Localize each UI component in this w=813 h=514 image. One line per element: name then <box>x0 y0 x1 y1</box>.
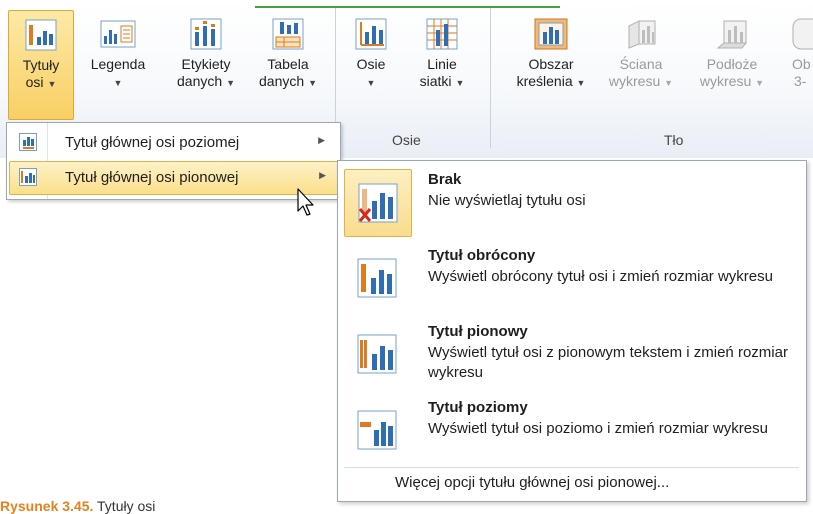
chevron-down-icon: ▼ <box>226 78 235 88</box>
chart-floor-label-1: Podłoże <box>706 56 758 72</box>
axis-titles-label-1: Tytuły <box>22 57 60 73</box>
submenu-arrow-icon: ▶ <box>319 170 326 180</box>
option-description: Wyświetl tytuł osi poziomo i zmień rozmi… <box>428 420 768 437</box>
chart-floor-label-2: wykresu <box>699 73 752 89</box>
chevron-down-icon: ▼ <box>113 78 123 88</box>
menu-item-label: Tytuł głównej osi poziomej <box>65 134 240 151</box>
horizontal-title-icon <box>357 410 397 450</box>
figure-title: Tytuły osi <box>97 498 156 514</box>
legend-icon <box>100 20 136 48</box>
data-table-label-2: danych <box>259 73 305 89</box>
option-vertical-title[interactable]: Tytuł pionowy Wyświetl tytuł osi z piono… <box>344 319 798 391</box>
data-labels-icon <box>190 18 222 50</box>
menu-item-vertical-axis-title[interactable]: Tytuł głównej osi pionowej ▶ <box>9 161 339 195</box>
menu-divider <box>344 467 799 468</box>
axes-label: Osie <box>356 56 386 72</box>
vertical-axis-title-icon <box>19 168 37 186</box>
gridlines-button[interactable]: Linie siatki ▼ <box>406 10 478 118</box>
group-separator <box>490 8 491 148</box>
3d-rotation-label-1: Ob <box>792 56 811 72</box>
data-labels-label-2: danych <box>177 73 223 89</box>
option-none[interactable]: Brak Nie wyświetlaj tytułu osi <box>344 167 798 239</box>
data-table-button[interactable]: Tabela danych ▼ <box>248 10 328 118</box>
figure-number: Rysunek 3.45. <box>0 498 94 514</box>
rotated-title-icon <box>357 258 397 298</box>
chart-wall-button[interactable]: Ściana wykresu ▼ <box>600 10 682 118</box>
axes-button[interactable]: Osie ▼ <box>342 10 400 118</box>
data-labels-button[interactable]: Etykiety danych ▼ <box>164 10 248 118</box>
menu-item-label: Tytuł głównej osi pionowej <box>65 169 239 186</box>
legend-label: Legenda <box>90 56 146 72</box>
axis-titles-icon <box>25 19 57 51</box>
chart-floor-icon <box>716 20 748 49</box>
option-title: Brak <box>428 171 462 188</box>
chevron-down-icon: ▼ <box>755 78 765 88</box>
option-description: Nie wyświetlaj tytułu osi <box>428 192 586 209</box>
option-rotated-title[interactable]: Tytuł obrócony Wyświetl obrócony tytuł o… <box>344 243 798 315</box>
chevron-down-icon: ▼ <box>366 78 376 88</box>
axes-icon <box>355 18 387 50</box>
chevron-down-icon: ▼ <box>664 78 674 88</box>
option-thumb <box>344 321 410 387</box>
option-thumb <box>344 169 412 237</box>
chevron-down-icon: ▼ <box>576 78 586 88</box>
data-labels-label-1: Etykiety <box>181 56 231 72</box>
chart-floor-button[interactable]: Podłoże wykresu ▼ <box>690 10 774 118</box>
group-label-axes: Osie <box>392 132 421 148</box>
option-horizontal-title[interactable]: Tytuł poziomy Wyświetl tytuł osi poziomo… <box>344 395 798 467</box>
option-title: Tytuł poziomy <box>428 399 528 416</box>
option-thumb <box>344 397 410 463</box>
menu-item-horizontal-axis-title[interactable]: Tytuł głównej osi poziomej ▶ <box>9 127 337 159</box>
vertical-axis-title-submenu: Brak Nie wyświetlaj tytułu osi Tytuł obr… <box>337 160 807 502</box>
horizontal-axis-title-icon <box>19 133 37 151</box>
data-table-label-1: Tabela <box>267 56 309 72</box>
vertical-title-icon <box>357 334 397 374</box>
chart-wall-label-2: wykresu <box>608 73 661 89</box>
chevron-down-icon: ▼ <box>308 78 317 88</box>
3d-rotation-icon <box>792 18 813 50</box>
chart-wall-label-1: Ściana <box>619 56 663 72</box>
gridlines-label-1: Linie <box>427 56 457 72</box>
chart-wall-icon <box>628 20 656 49</box>
gridlines-icon <box>426 18 458 50</box>
data-table-icon <box>272 18 304 50</box>
figure-caption: Rysunek 3.45. Tytuły osi <box>0 498 155 514</box>
no-axis-title-icon <box>358 183 398 223</box>
plot-area-label-2: kreślenia <box>516 73 573 89</box>
ribbon-top <box>0 0 813 2</box>
tab-group-indicator <box>255 6 560 8</box>
submenu-arrow-icon: ▶ <box>318 135 325 145</box>
chevron-down-icon: ▼ <box>455 78 465 88</box>
3d-rotation-button[interactable]: Ob 3- <box>786 10 813 118</box>
axis-titles-menu: Tytuł głównej osi poziomej ▶ Tytuł główn… <box>6 122 341 200</box>
plot-area-button[interactable]: Obszar kreślenia ▼ <box>504 10 598 118</box>
legend-button[interactable]: Legenda ▼ <box>78 10 158 118</box>
group-label-background: Tło <box>664 132 684 148</box>
option-description: Wyświetl tytuł osi z pionowym tekstem i … <box>428 344 788 381</box>
axis-titles-button[interactable]: Tytuły osi ▼ <box>8 10 74 120</box>
option-title: Tytuł obrócony <box>428 247 536 264</box>
option-thumb <box>344 245 410 311</box>
gridlines-label-2: siatki <box>419 73 452 89</box>
option-title: Tytuł pionowy <box>428 323 528 340</box>
option-description: Wyświetl obrócony tytuł osi i zmień rozm… <box>428 268 773 285</box>
chevron-down-icon: ▼ <box>47 79 57 89</box>
more-vertical-axis-title-options[interactable]: Więcej opcji tytułu głównej osi pionowej… <box>395 474 669 491</box>
plot-area-label-1: Obszar <box>528 56 574 72</box>
3d-rotation-label-2: 3- <box>794 73 807 89</box>
axis-titles-label-2: osi <box>25 74 44 90</box>
plot-area-icon <box>534 18 568 50</box>
mouse-cursor-icon <box>297 188 314 216</box>
